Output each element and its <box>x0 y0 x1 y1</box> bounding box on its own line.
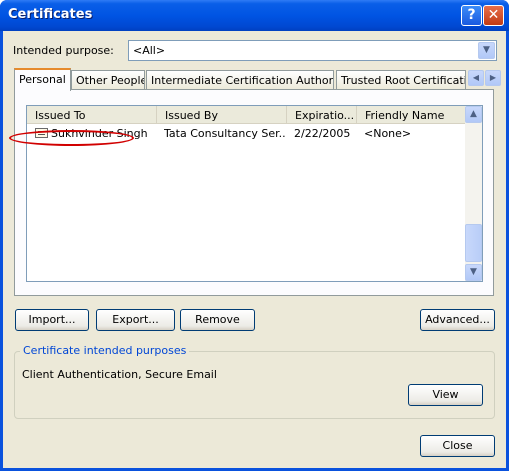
help-button[interactable]: ? <box>461 5 482 26</box>
close-button[interactable]: Close <box>420 435 495 457</box>
export-button[interactable]: Export... <box>96 309 175 331</box>
chevron-down-icon[interactable]: ▼ <box>478 42 495 59</box>
tab-personal-label: Personal <box>19 73 66 86</box>
import-button[interactable]: Import... <box>15 309 89 331</box>
certificates-window: Certificates ? ✕ Intended purpose: <All>… <box>0 0 509 471</box>
tab-intermediate-ca-label: Intermediate Certification Authorities <box>151 74 334 87</box>
cell-expiration: 2/22/2005 <box>294 127 351 140</box>
intended-purpose-value: <All> <box>133 44 166 57</box>
personal-tab-panel: Issued To Issued By Expiratio... Friendl… <box>14 89 494 296</box>
intended-purposes-text: Client Authentication, Secure Email <box>22 368 217 381</box>
cell-issued-by: Tata Consultancy Ser... <box>164 127 285 140</box>
tab-personal[interactable]: Personal <box>14 68 71 91</box>
list-header: Issued To Issued By Expiratio... Friendl… <box>27 106 467 124</box>
column-issued-by[interactable]: Issued By <box>157 106 287 124</box>
advanced-button[interactable]: Advanced... <box>420 309 495 331</box>
tab-intermediate-ca[interactable]: Intermediate Certification Authorities <box>146 70 334 90</box>
view-button[interactable]: View <box>408 384 483 406</box>
highlight-ellipse <box>9 130 134 146</box>
tab-scroll-right-icon[interactable]: ▶ <box>485 70 501 86</box>
tab-trusted-root[interactable]: Trusted Root Certification <box>336 70 466 90</box>
intended-purposes-title: Certificate intended purposes <box>20 344 190 357</box>
dialog-body: Intended purpose: <All> ▼ Personal Other… <box>3 31 506 468</box>
column-issued-to[interactable]: Issued To <box>27 106 157 124</box>
vertical-scrollbar[interactable]: ▲ ▼ <box>465 106 482 281</box>
remove-button[interactable]: Remove <box>180 309 255 331</box>
tab-strip: Personal Other People Intermediate Certi… <box>14 68 501 91</box>
column-expiration[interactable]: Expiratio... <box>287 106 357 124</box>
scrollbar-thumb[interactable] <box>465 224 482 262</box>
tab-other-people-label: Other People <box>76 74 145 87</box>
intended-purpose-dropdown[interactable]: <All> ▼ <box>128 40 497 61</box>
cell-friendly-name: <None> <box>364 127 412 140</box>
title-bar[interactable]: Certificates ? ✕ <box>0 0 509 31</box>
scroll-down-icon[interactable]: ▼ <box>465 264 482 281</box>
scroll-up-icon[interactable]: ▲ <box>465 106 482 123</box>
tab-other-people[interactable]: Other People <box>71 70 145 90</box>
intended-purpose-label: Intended purpose: <box>13 44 114 57</box>
window-title: Certificates <box>8 7 93 22</box>
column-friendly-name[interactable]: Friendly Name <box>357 106 467 124</box>
tab-scroll-left-icon[interactable]: ◀ <box>468 70 484 86</box>
close-window-button[interactable]: ✕ <box>483 5 504 26</box>
tab-trusted-root-label: Trusted Root Certification <box>341 74 466 87</box>
